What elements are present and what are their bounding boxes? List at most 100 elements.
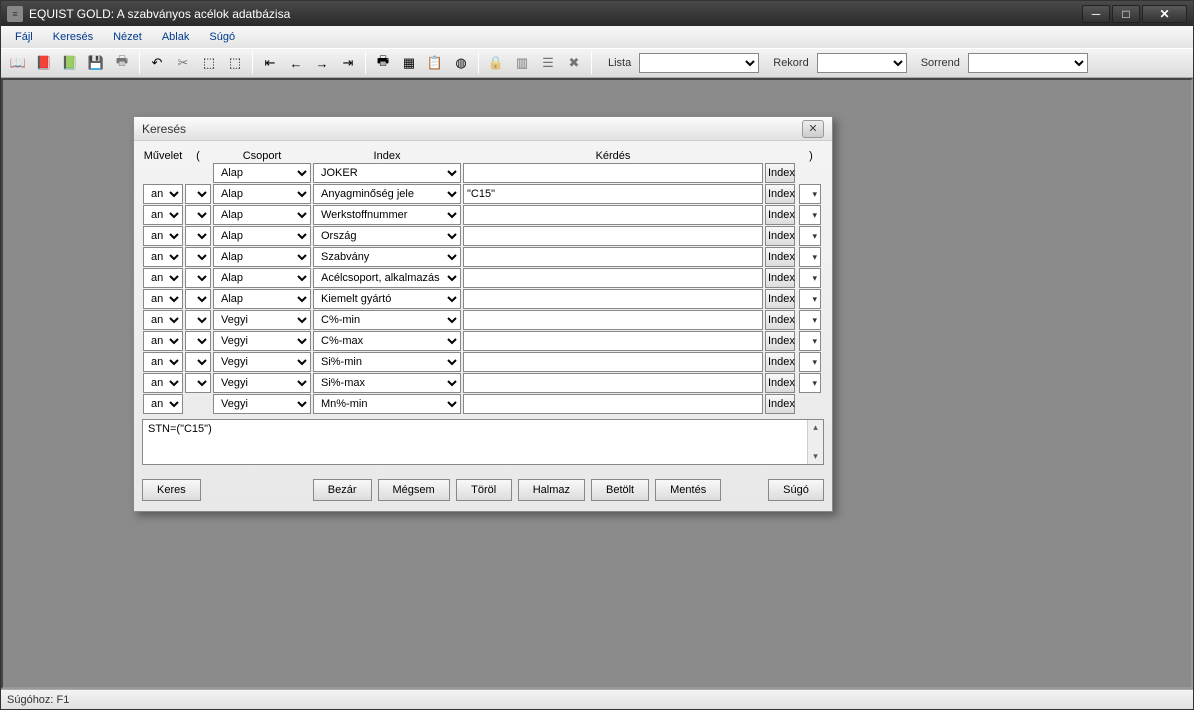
op-select[interactable]: and [143,373,183,393]
group-select[interactable]: Vegyi [213,310,311,330]
menu-window[interactable]: Ablak [154,29,198,45]
index-select[interactable]: Si%-min [313,352,461,372]
paren-select[interactable] [185,331,211,351]
close-paren-select[interactable] [799,310,821,330]
halmaz-button[interactable]: Halmaz [518,479,585,501]
bezar-button[interactable]: Bezár [313,479,372,501]
index-button[interactable]: Index [765,247,795,267]
menu-view[interactable]: Nézet [105,29,150,45]
op-select[interactable]: and [143,394,183,414]
expression-scrollbar[interactable]: ▴▾ [807,420,823,464]
tool-last-icon[interactable]: ⇥ [337,52,359,74]
query-input[interactable] [463,394,763,414]
close-button[interactable]: ✕ [1142,5,1187,23]
group-select[interactable]: Alap [213,289,311,309]
index-button[interactable]: Index [765,373,795,393]
group-select[interactable]: Vegyi [213,394,311,414]
query-input[interactable] [463,184,763,204]
tool-next-icon[interactable]: → [311,52,333,74]
close-paren-select[interactable] [799,331,821,351]
mentes-button[interactable]: Mentés [655,479,721,501]
paren-select[interactable] [185,247,211,267]
tool-lock-icon[interactable]: 🔒 [485,52,507,74]
index-button[interactable]: Index [765,184,795,204]
tool-rows-icon[interactable]: ☰ [537,52,559,74]
tool-delete-icon[interactable]: ✖ [563,52,585,74]
index-select[interactable]: Si%-max [313,373,461,393]
index-select[interactable]: Ország [313,226,461,246]
close-paren-select[interactable] [799,373,821,393]
toolbar-sorrend-select[interactable] [968,53,1088,73]
index-select[interactable]: JOKER [313,163,461,183]
close-paren-select[interactable] [799,289,821,309]
group-select[interactable]: Alap [213,163,311,183]
index-button[interactable]: Index [765,352,795,372]
query-input[interactable] [463,289,763,309]
tool-book2-icon[interactable]: 📗 [59,52,81,74]
torol-button[interactable]: Töröl [456,479,512,501]
group-select[interactable]: Alap [213,184,311,204]
index-button[interactable]: Index [765,268,795,288]
tool-copy-icon[interactable]: 📋 [424,52,446,74]
close-paren-select[interactable] [799,352,821,372]
menu-file[interactable]: Fájl [7,29,41,45]
query-input[interactable] [463,247,763,267]
query-input[interactable] [463,163,763,183]
tool-save-icon[interactable]: 💾 [85,52,107,74]
menu-search[interactable]: Keresés [45,29,101,45]
index-button[interactable]: Index [765,331,795,351]
index-button[interactable]: Index [765,163,795,183]
megsem-button[interactable]: Mégsem [378,479,450,501]
index-button[interactable]: Index [765,394,795,414]
group-select[interactable]: Vegyi [213,331,311,351]
index-select[interactable]: Szabvány [313,247,461,267]
index-button[interactable]: Index [765,289,795,309]
group-select[interactable]: Alap [213,226,311,246]
query-input[interactable] [463,352,763,372]
group-select[interactable]: Vegyi [213,352,311,372]
tool-book-icon[interactable]: 📕 [33,52,55,74]
index-select[interactable]: C%-min [313,310,461,330]
query-input[interactable] [463,373,763,393]
query-input[interactable] [463,268,763,288]
index-select[interactable]: Anyagminőség jele [313,184,461,204]
close-paren-select[interactable] [799,268,821,288]
paren-select[interactable] [185,310,211,330]
index-select[interactable]: Acélcsoport, alkalmazás [313,268,461,288]
op-select[interactable]: and [143,289,183,309]
index-button[interactable]: Index [765,205,795,225]
betolt-button[interactable]: Betölt [591,479,649,501]
op-select[interactable]: and [143,247,183,267]
tool-export-icon[interactable]: 🖶 [372,52,394,74]
op-select[interactable]: and [143,184,183,204]
close-paren-select[interactable] [799,205,821,225]
query-input[interactable] [463,205,763,225]
query-input[interactable] [463,310,763,330]
group-select[interactable]: Alap [213,205,311,225]
tool-print-icon[interactable]: 🖶 [111,52,133,74]
paren-select[interactable] [185,205,211,225]
index-select[interactable]: Mn%-min [313,394,461,414]
query-input[interactable] [463,331,763,351]
toolbar-lista-select[interactable] [639,53,759,73]
index-button[interactable]: Index [765,226,795,246]
tool-sort-desc-icon[interactable]: ⬚ [224,52,246,74]
tool-html-icon[interactable]: ▦ [398,52,420,74]
op-select[interactable]: and [143,268,183,288]
tool-sort-asc-icon[interactable]: ⬚ [198,52,220,74]
tool-prev-icon[interactable]: ← [285,52,307,74]
toolbar-rekord-select[interactable] [817,53,907,73]
query-input[interactable] [463,226,763,246]
op-select[interactable]: and [143,352,183,372]
index-button[interactable]: Index [765,310,795,330]
paren-select[interactable] [185,289,211,309]
close-paren-select[interactable] [799,247,821,267]
group-select[interactable]: Vegyi [213,373,311,393]
paren-select[interactable] [185,373,211,393]
dialog-close-icon[interactable]: ✕ [802,120,824,138]
expression-box[interactable]: STN=("C15") ▴▾ [142,419,824,465]
paren-select[interactable] [185,184,211,204]
tool-cut-icon[interactable]: ✂ [172,52,194,74]
op-select[interactable]: and [143,226,183,246]
op-select[interactable]: and [143,331,183,351]
